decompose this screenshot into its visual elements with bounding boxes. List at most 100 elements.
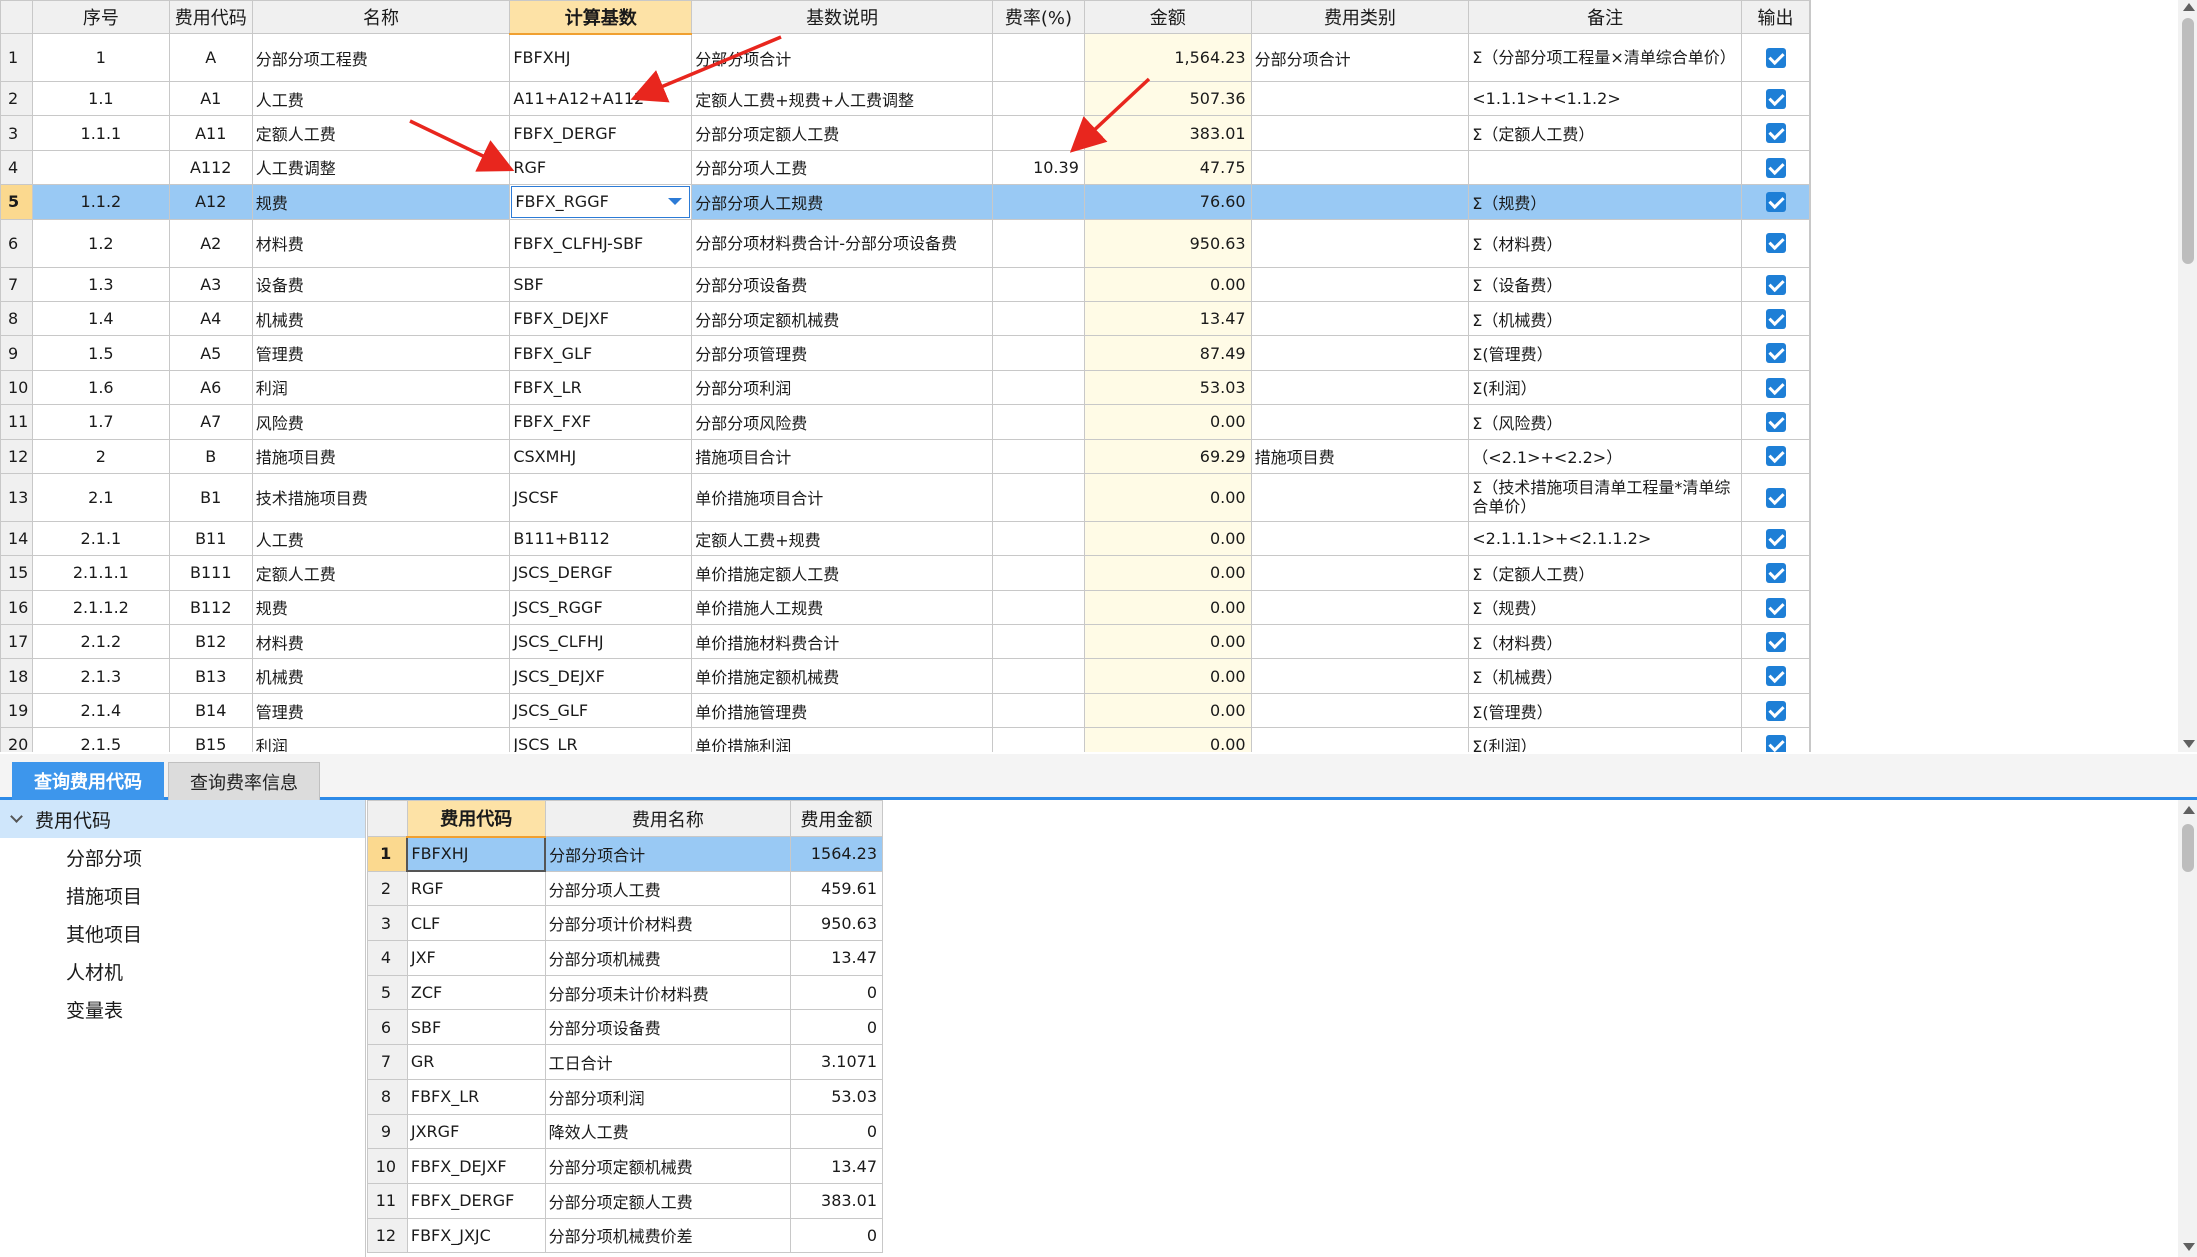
code-cell-fee-code[interactable]: FBFX_DERGF (406, 1182, 546, 1219)
cell-calc-base[interactable]: JSCS_RGGF (509, 589, 693, 626)
row-number[interactable]: 2 (0, 80, 33, 117)
main-grid-scrollbar[interactable] (2178, 0, 2197, 752)
code-cell-fee-amount[interactable]: 383.01 (790, 1182, 883, 1219)
code-row-number[interactable]: 8 (367, 1078, 408, 1115)
cell-remark[interactable]: Σ(管理费） (1468, 335, 1742, 371)
cell-remark[interactable]: Σ（规费） (1468, 184, 1742, 220)
cell-base-desc[interactable]: 分部分项合计 (691, 33, 993, 82)
code-cell-fee-code[interactable]: JXF (406, 940, 546, 976)
checkbox-checked-icon[interactable] (1765, 88, 1786, 109)
cell-calc-base[interactable]: JSCSF (509, 472, 693, 522)
cell-rate[interactable] (991, 692, 1085, 729)
code-cell-fee-code[interactable]: FBFX_LR (406, 1078, 546, 1115)
checkbox-checked-icon[interactable] (1765, 563, 1786, 584)
calc-base-editor[interactable]: FBFX_RGGF (511, 186, 691, 218)
cell-base-desc[interactable]: 分部分项风险费 (691, 404, 993, 440)
cell-seq[interactable]: 1.1 (31, 80, 170, 117)
cell-remark[interactable]: Σ（材料费） (1468, 218, 1742, 268)
cell-output[interactable] (1741, 589, 1810, 626)
header-category[interactable]: 费用类别 (1250, 0, 1470, 34)
cell-remark[interactable]: （<2.1>+<2.2>） (1468, 438, 1742, 474)
cell-fee-code[interactable]: A1 (168, 80, 253, 117)
cell-rate[interactable] (991, 115, 1085, 151)
cell-category[interactable] (1250, 335, 1470, 371)
cell-seq[interactable]: 1.3 (31, 266, 170, 302)
cell-remark[interactable]: Σ(管理费） (1468, 692, 1742, 729)
row-number[interactable]: 14 (0, 520, 33, 557)
cell-calc-base[interactable]: FBFX_FXF (509, 404, 693, 440)
checkbox-checked-icon[interactable] (1765, 157, 1786, 178)
cell-calc-base[interactable]: FBFX_RGGF (509, 184, 693, 220)
cell-remark[interactable]: Σ(利润） (1468, 369, 1742, 406)
cell-output[interactable] (1741, 218, 1810, 268)
cell-rate[interactable] (991, 33, 1085, 82)
cell-rate[interactable] (991, 266, 1085, 302)
code-header-fee-name[interactable]: 费用名称 (544, 800, 792, 837)
cell-remark[interactable] (1468, 149, 1742, 186)
tab-query-fee-code[interactable]: 查询费用代码 (12, 762, 164, 800)
checkbox-checked-icon[interactable] (1765, 735, 1786, 752)
code-cell-fee-code[interactable]: CLF (406, 905, 546, 942)
cell-base-desc[interactable]: 分部分项定额人工费 (691, 115, 993, 151)
cell-category[interactable] (1250, 555, 1470, 591)
cell-name[interactable]: 措施项目费 (251, 438, 511, 474)
cell-output[interactable] (1741, 184, 1810, 220)
cell-fee-code[interactable]: A112 (168, 149, 253, 186)
cell-name[interactable]: 人工费调整 (251, 149, 511, 186)
row-number[interactable]: 19 (0, 692, 33, 729)
cell-rate[interactable] (991, 555, 1085, 591)
code-cell-fee-amount[interactable]: 0 (790, 1009, 883, 1046)
cell-fee-code[interactable]: A12 (168, 184, 253, 220)
cell-seq[interactable]: 2.1.4 (31, 692, 170, 729)
code-cell-fee-code[interactable]: GR (406, 1044, 546, 1080)
code-cell-fee-amount[interactable]: 0 (790, 1217, 883, 1254)
code-cell-fee-amount[interactable]: 459.61 (790, 870, 883, 907)
code-table-row[interactable]: 9 JXRGF 降效人工费 0 (367, 1113, 883, 1150)
cell-fee-code[interactable]: B (168, 438, 253, 474)
checkbox-checked-icon[interactable] (1765, 192, 1786, 213)
header-base-desc[interactable]: 基数说明 (691, 0, 993, 34)
code-row-number[interactable]: 9 (367, 1113, 408, 1150)
cell-name[interactable]: 材料费 (251, 624, 511, 660)
cell-seq[interactable]: 2.1.1.1 (31, 555, 170, 591)
table-row[interactable]: 11 1.7 A7 风险费 FBFX_FXF 分部分项风险费 0.00 Σ（风险费） (0, 404, 1810, 440)
scroll-down-icon[interactable] (2183, 1243, 2195, 1251)
cell-category[interactable] (1250, 369, 1470, 406)
cell-rate[interactable] (991, 184, 1085, 220)
table-row[interactable]: 16 2.1.1.2 B112 规费 JSCS_RGGF 单价措施人工规费 0.00 Σ（规费… (0, 589, 1810, 626)
cell-name[interactable]: 利润 (251, 727, 511, 752)
code-cell-fee-amount[interactable]: 950.63 (790, 905, 883, 942)
cell-fee-code[interactable]: A4 (168, 300, 253, 337)
cell-name[interactable]: 材料费 (251, 218, 511, 268)
cell-rate[interactable] (991, 624, 1085, 660)
cell-output[interactable] (1741, 149, 1810, 186)
code-cell-fee-code[interactable]: RGF (406, 870, 546, 907)
code-cell-fee-name[interactable]: 分部分项机械费价差 (544, 1217, 792, 1254)
cell-name[interactable]: 利润 (251, 369, 511, 406)
code-cell-fee-code[interactable]: FBFX_DEJXF (406, 1148, 546, 1184)
cell-output[interactable] (1741, 266, 1810, 302)
cell-name[interactable]: 管理费 (251, 335, 511, 371)
row-number[interactable]: 4 (0, 149, 33, 186)
cell-calc-base[interactable]: A11+A12+A112 (509, 80, 693, 117)
cell-output[interactable] (1741, 692, 1810, 729)
cell-name[interactable]: 规费 (251, 184, 511, 220)
cell-fee-code[interactable]: B12 (168, 624, 253, 660)
code-cell-fee-name[interactable]: 分部分项设备费 (544, 1009, 792, 1046)
table-row[interactable]: 15 2.1.1.1 B111 定额人工费 JSCS_DERGF 单价措施定额人工费 0.0… (0, 555, 1810, 591)
cell-remark[interactable]: <2.1.1.1>+<2.1.1.2> (1468, 520, 1742, 557)
checkbox-checked-icon[interactable] (1765, 528, 1786, 549)
main-grid-scroll-thumb[interactable] (2182, 18, 2194, 264)
checkbox-checked-icon[interactable] (1765, 47, 1786, 68)
row-number[interactable]: 7 (0, 266, 33, 302)
cell-category[interactable] (1250, 589, 1470, 626)
code-cell-fee-amount[interactable]: 1564.23 (790, 836, 883, 872)
cell-base-desc[interactable]: 定额人工费+规费+人工费调整 (691, 80, 993, 117)
cell-category[interactable] (1250, 149, 1470, 186)
cell-rate[interactable] (991, 520, 1085, 557)
tree-expand-chevron-icon[interactable] (10, 810, 23, 823)
row-number[interactable]: 10 (0, 369, 33, 406)
cell-base-desc[interactable]: 分部分项人工费 (691, 149, 993, 186)
cell-remark[interactable]: <1.1.1>+<1.1.2> (1468, 80, 1742, 117)
cell-category[interactable] (1250, 300, 1470, 337)
